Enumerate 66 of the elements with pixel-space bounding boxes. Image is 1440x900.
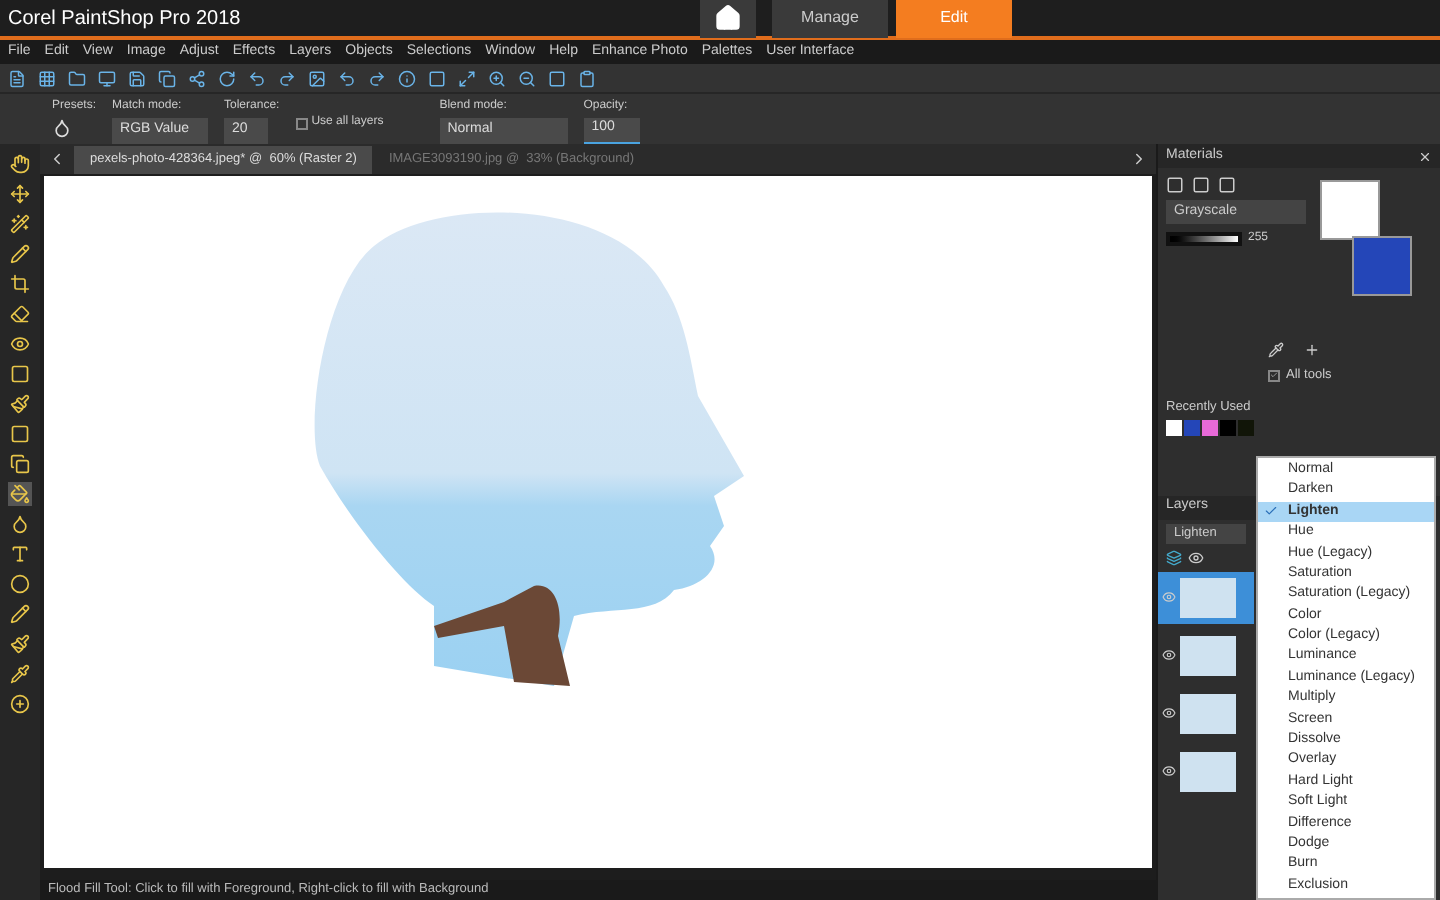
checkbox[interactable]	[1268, 369, 1280, 382]
eye-icon[interactable]	[1162, 706, 1176, 720]
layer-thumbnail	[1180, 751, 1236, 791]
new-file-icon[interactable]	[8, 69, 26, 87]
brush-icon[interactable]	[8, 632, 32, 656]
text-icon[interactable]	[8, 542, 32, 566]
brush-icon[interactable]	[8, 392, 32, 416]
square-icon[interactable]	[548, 69, 566, 87]
plus-icon[interactable]	[1304, 342, 1320, 358]
save-icon[interactable]	[128, 69, 146, 87]
zoom-out-icon[interactable]	[518, 69, 536, 87]
monitor-icon[interactable]	[98, 69, 116, 87]
workspace-tab[interactable]: Manage	[772, 0, 888, 38]
grid-icon[interactable]	[38, 69, 56, 87]
layers-icon[interactable]	[1166, 549, 1182, 565]
background-swatch[interactable]	[1352, 236, 1412, 296]
undo-icon[interactable]	[338, 69, 356, 87]
color-swatch[interactable]	[1202, 419, 1218, 435]
paint-bucket-icon[interactable]	[8, 482, 32, 506]
pencil-icon[interactable]	[8, 242, 32, 266]
close-icon[interactable]	[1418, 149, 1432, 163]
foreground-swatch[interactable]	[1320, 180, 1380, 240]
folder-icon[interactable]	[68, 69, 86, 87]
layer-thumbnail	[1180, 577, 1236, 617]
eye-icon[interactable]	[1162, 648, 1176, 662]
home-button[interactable]	[700, 0, 756, 38]
square-icon[interactable]	[428, 69, 446, 87]
presets-icon[interactable]	[52, 118, 72, 138]
move-icon[interactable]	[8, 182, 32, 206]
scroll-right-icon[interactable]	[1130, 150, 1148, 168]
crop-icon[interactable]	[8, 272, 32, 296]
check-icon	[1264, 504, 1278, 519]
droplet-icon[interactable]	[8, 512, 32, 536]
window-title: Corel PaintShop Pro 2018	[8, 5, 243, 33]
color-swatch[interactable]	[1184, 419, 1200, 435]
eye-icon[interactable]	[1188, 549, 1204, 565]
eye-icon[interactable]	[8, 332, 32, 356]
zoom-in-icon[interactable]	[488, 69, 506, 87]
color-swatch[interactable]	[1166, 419, 1182, 435]
share-icon[interactable]	[188, 69, 206, 87]
info-icon[interactable]	[398, 69, 416, 87]
undo-icon[interactable]	[248, 69, 266, 87]
redo-icon[interactable]	[368, 69, 386, 87]
image-icon[interactable]	[308, 69, 326, 87]
layer-thumbnail	[1180, 693, 1236, 733]
redo-icon[interactable]	[278, 69, 296, 87]
scroll-left-icon[interactable]	[48, 150, 66, 168]
home-icon	[714, 4, 742, 32]
eraser-icon[interactable]	[8, 302, 32, 326]
check-icon	[1270, 370, 1278, 381]
clipboard-icon[interactable]	[578, 69, 596, 87]
copy-icon[interactable]	[158, 69, 176, 87]
color-swatch[interactable]	[1220, 419, 1236, 435]
pipette-icon[interactable]	[8, 662, 32, 686]
color-swatch[interactable]	[1238, 419, 1254, 435]
hand-icon[interactable]	[8, 152, 32, 176]
fit-icon[interactable]	[458, 69, 476, 87]
eye-icon[interactable]	[1162, 764, 1176, 778]
checkbox[interactable]	[295, 117, 308, 129]
wand-icon[interactable]	[8, 212, 32, 236]
pipette-icon[interactable]	[1268, 342, 1284, 358]
layer-thumbnail	[1180, 635, 1236, 675]
ellipse-icon[interactable]	[8, 572, 32, 596]
pen-icon[interactable]	[8, 602, 32, 626]
plus-circle-icon[interactable]	[8, 692, 32, 716]
rotate-icon[interactable]	[218, 69, 236, 87]
